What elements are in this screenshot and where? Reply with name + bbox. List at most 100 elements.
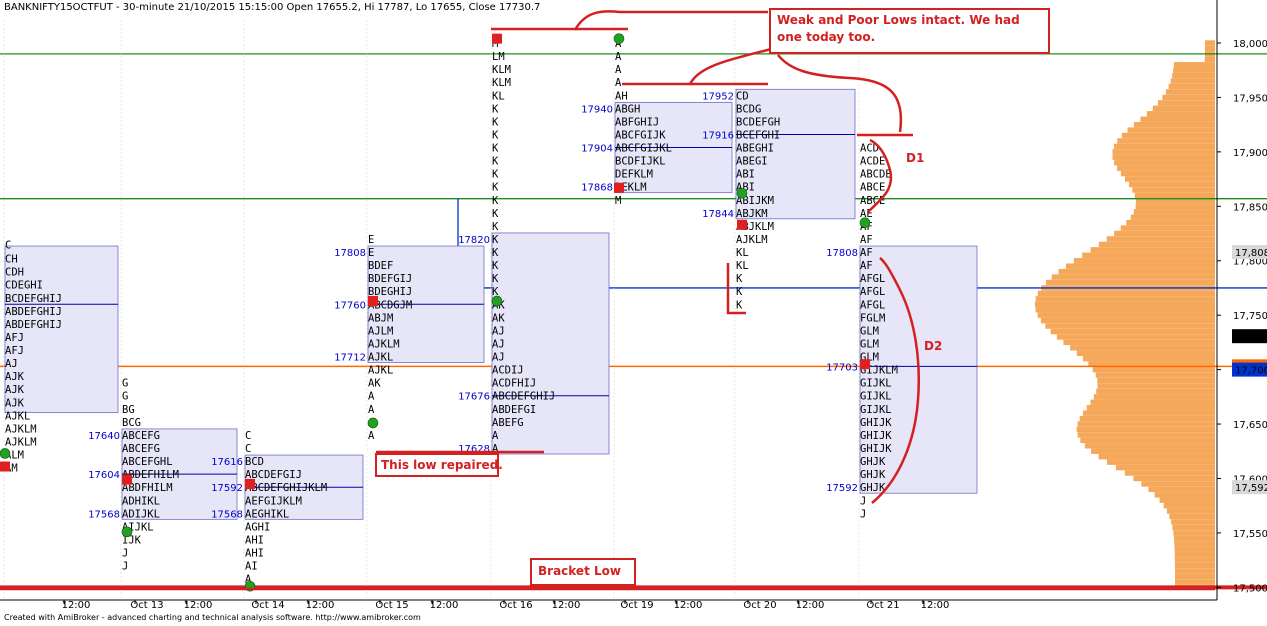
x-tick-label: 12:00 xyxy=(552,600,581,611)
composite-profile-bar xyxy=(1172,72,1215,79)
level-label: 17592 xyxy=(211,483,243,494)
x-tick-label: 12:00 xyxy=(306,600,335,611)
composite-profile-bar xyxy=(1112,154,1215,161)
price-label: 17,700 xyxy=(1235,366,1267,377)
tpo-row: ABCFGIJK xyxy=(615,129,666,141)
composite-profile-bar xyxy=(1098,241,1215,248)
composite-profile-bar xyxy=(1093,394,1215,400)
y-tick-label: 17,650 xyxy=(1233,420,1267,431)
x-tick-label: Oct 21 xyxy=(866,600,899,611)
tpo-row: GHIJK xyxy=(860,443,892,455)
composite-profile-bar xyxy=(1120,225,1215,231)
open-marker xyxy=(859,217,871,228)
tpo-row: CDEGHI xyxy=(5,280,43,292)
tpo-row: AJKLM xyxy=(736,234,768,246)
open-marker xyxy=(367,417,379,429)
composite-profile-bar xyxy=(1050,328,1215,335)
composite-profile-bar xyxy=(1173,62,1215,68)
x-tick-label: Oct 20 xyxy=(743,600,776,611)
tpo-row: K xyxy=(492,234,499,246)
composite-profile-bar xyxy=(1174,573,1215,580)
composite-profile-bar xyxy=(1124,176,1215,182)
tpo-row: ABDEFGI xyxy=(492,404,536,416)
y-tick-label: 17,500 xyxy=(1233,583,1267,594)
chart-title: BANKNIFTY15OCTFUT - 30-minute 21/10/2015… xyxy=(4,2,541,13)
composite-profile-bar xyxy=(1080,437,1215,444)
tpo-row: AJKLM xyxy=(5,436,37,448)
tpo-row: ABEGI xyxy=(736,156,768,168)
tpo-row: A xyxy=(492,430,499,442)
tpo-row: E xyxy=(368,247,374,259)
tpo-row: AJLM xyxy=(368,325,393,337)
composite-profile-bar xyxy=(1204,40,1215,46)
tpo-row: J xyxy=(122,561,128,573)
x-tick-label: Oct 14 xyxy=(251,600,284,611)
x-tick-label: 12:00 xyxy=(921,600,950,611)
composite-profile-bar xyxy=(1114,160,1215,166)
tpo-row: KL xyxy=(736,260,749,272)
composite-profile-bar xyxy=(1117,138,1215,144)
tpo-row: BG xyxy=(122,404,135,416)
tpo-row: BCEFGHI xyxy=(736,129,780,141)
composite-profile-bar xyxy=(1037,290,1215,297)
tpo-row: BCDEFGH xyxy=(736,116,780,128)
tpo-row: AFGL xyxy=(860,299,885,311)
tpo-row: GLM xyxy=(860,338,879,350)
level-label: 17808 xyxy=(334,248,366,259)
level-label: 17916 xyxy=(702,130,734,141)
tpo-row: GIJKL xyxy=(860,391,892,403)
composite-profile-bar xyxy=(1126,219,1215,226)
composite-profile-bar xyxy=(1114,230,1215,237)
footer-credit: Created with AmiBroker - advanced charti… xyxy=(4,613,421,622)
tpo-row: KL xyxy=(736,247,749,259)
tpo-row: ABFGHIJ xyxy=(615,116,659,128)
composite-profile-bar xyxy=(1082,356,1215,362)
tpo-row: FGLM xyxy=(860,312,885,324)
tpo-row: G xyxy=(122,378,128,390)
tpo-row: ABCDEFGHIJKLM xyxy=(245,482,327,494)
composite-profile-bar xyxy=(1127,127,1215,133)
close-marker xyxy=(614,182,624,193)
tpo-row: GIJKL xyxy=(860,404,892,416)
tpo-row: AF xyxy=(860,234,873,246)
composite-profile-bar xyxy=(1098,454,1215,460)
tpo-row: AF xyxy=(860,260,873,272)
composite-profile-bar xyxy=(1128,181,1215,188)
tpo-row: A xyxy=(368,430,375,442)
tpo-row: ABEGHI xyxy=(736,143,774,155)
composite-profile-bar xyxy=(1174,562,1215,569)
open-marker xyxy=(736,187,748,199)
composite-profile-bar xyxy=(1133,121,1215,128)
tpo-row: AJ xyxy=(492,338,505,350)
tpo-row: K xyxy=(492,260,499,272)
composite-profile-bar xyxy=(1070,345,1215,351)
composite-profile-bar xyxy=(1082,252,1215,258)
price-label: 17,592 xyxy=(1235,483,1267,494)
x-tick-label: 12:00 xyxy=(796,600,825,611)
tpo-row: AHI xyxy=(245,548,264,560)
tpo-row: AEGHIKL xyxy=(245,508,289,520)
composite-profile-bar xyxy=(1040,317,1215,324)
tpo-row: ADHIKL xyxy=(122,495,160,507)
tpo-row: A xyxy=(615,64,622,76)
tpo-row: J xyxy=(860,495,866,507)
composite-profile-bar xyxy=(1170,78,1215,84)
composite-profile-bar xyxy=(1117,165,1215,171)
tpo-row: AFJ xyxy=(5,345,24,357)
tpo-row: M xyxy=(615,195,621,207)
composite-profile-bar xyxy=(1163,502,1215,509)
tpo-row: AJKL xyxy=(368,352,393,364)
tpo-row: K xyxy=(492,116,499,128)
tpo-row: CDH xyxy=(5,267,24,279)
tpo-row: ABCFGIJKL xyxy=(615,143,672,155)
tpo-row: ABCDE xyxy=(860,169,892,181)
composite-profile-bar xyxy=(1120,170,1215,177)
composite-profile-bar xyxy=(1095,372,1215,378)
composite-profile-bar xyxy=(1148,486,1215,493)
tpo-row: G xyxy=(122,391,128,403)
composite-profile-bar xyxy=(1152,105,1215,112)
tpo-row: ABJM xyxy=(368,312,393,324)
level-label: 17616 xyxy=(211,457,243,468)
open-marker xyxy=(0,448,11,459)
composite-profile-bar xyxy=(1157,100,1215,106)
